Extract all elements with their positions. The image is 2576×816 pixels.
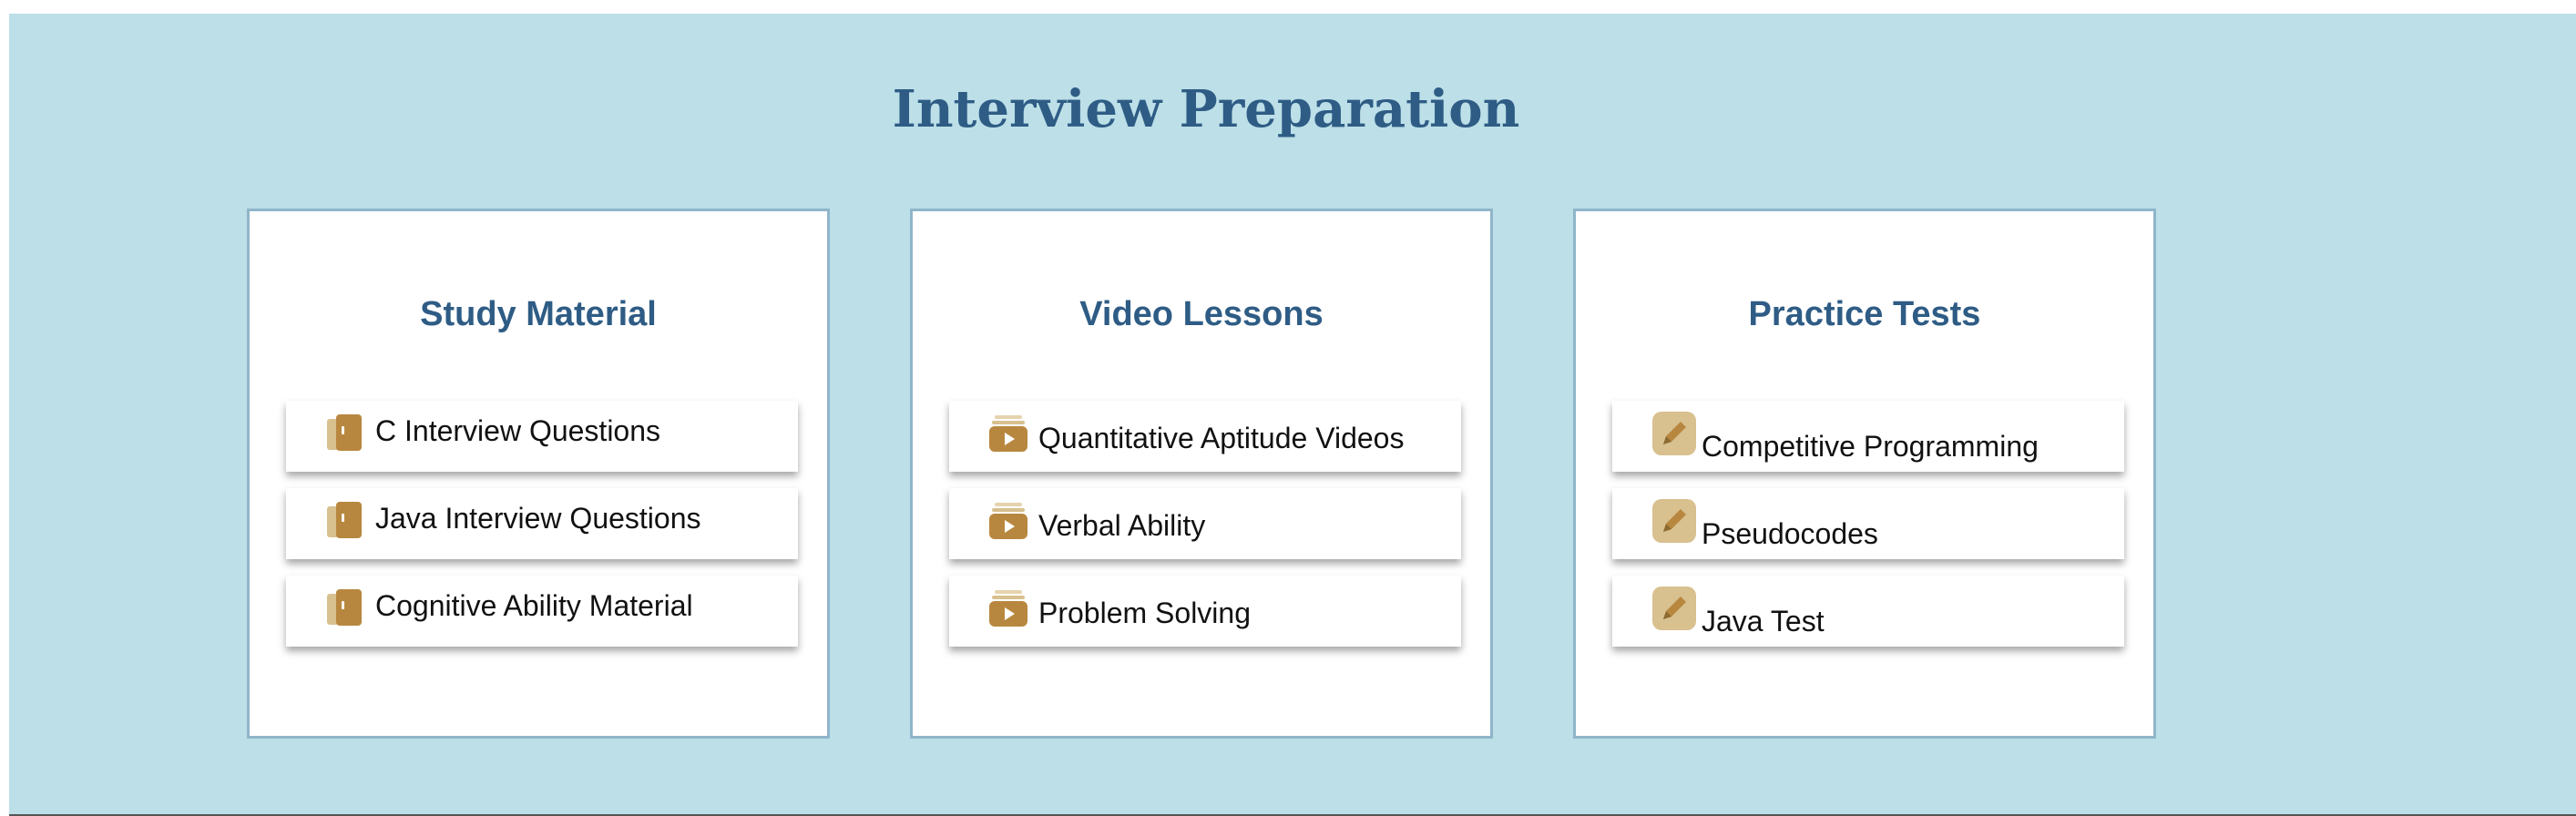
list-item-c-interview-questions[interactable]: C Interview Questions <box>286 401 798 472</box>
card-title-video-lessons: Video Lessons <box>1079 295 1324 333</box>
video-library-icon <box>989 503 1027 539</box>
item-label: Verbal Ability <box>1038 509 1206 542</box>
list-item-pseudocodes[interactable]: Pseudocodes <box>1612 488 2124 559</box>
book-icon <box>327 414 362 451</box>
pencil-icon <box>1652 412 1696 455</box>
book-icon <box>327 502 362 538</box>
item-label: C Interview Questions <box>375 414 661 447</box>
page-background: Interview Preparation Study Material C I… <box>9 14 2576 814</box>
card-title-practice-tests: Practice Tests <box>1748 295 1981 333</box>
item-label: Java Test <box>1702 605 1825 638</box>
pencil-icon <box>1652 586 1696 630</box>
item-label: Competitive Programming <box>1702 430 2039 463</box>
list-item-java-test[interactable]: Java Test <box>1612 576 2124 647</box>
item-label: Java Interview Questions <box>375 502 701 535</box>
study-material-list: C Interview Questions Java Interview Que… <box>286 401 798 663</box>
study-material-card: Study Material C Interview Questions Jav… <box>247 209 830 739</box>
list-item-cognitive-ability-material[interactable]: Cognitive Ability Material <box>286 576 798 647</box>
video-lessons-list: Quantitative Aptitude Videos Verbal Abil… <box>949 401 1461 663</box>
video-library-icon <box>989 415 1027 452</box>
list-item-java-interview-questions[interactable]: Java Interview Questions <box>286 488 798 559</box>
practice-tests-list: Competitive Programming Pseudocodes Java… <box>1612 401 2124 663</box>
item-label: Quantitative Aptitude Videos <box>1038 422 1405 454</box>
list-item-quantitative-aptitude-videos[interactable]: Quantitative Aptitude Videos <box>949 401 1461 472</box>
item-label: Pseudocodes <box>1702 517 1878 550</box>
video-lessons-card: Video Lessons Quantitative Aptitude Vide… <box>910 209 1493 739</box>
item-label: Problem Solving <box>1038 597 1251 629</box>
practice-tests-card: Practice Tests Competitive Programming P… <box>1573 209 2156 739</box>
list-item-verbal-ability[interactable]: Verbal Ability <box>949 488 1461 559</box>
page-title: Interview Preparation <box>892 79 1520 139</box>
card-title-study-material: Study Material <box>420 295 657 333</box>
video-library-icon <box>989 590 1027 627</box>
book-icon <box>327 589 362 626</box>
list-item-competitive-programming[interactable]: Competitive Programming <box>1612 401 2124 472</box>
list-item-problem-solving[interactable]: Problem Solving <box>949 576 1461 647</box>
item-label: Cognitive Ability Material <box>375 589 693 622</box>
pencil-icon <box>1652 499 1696 543</box>
